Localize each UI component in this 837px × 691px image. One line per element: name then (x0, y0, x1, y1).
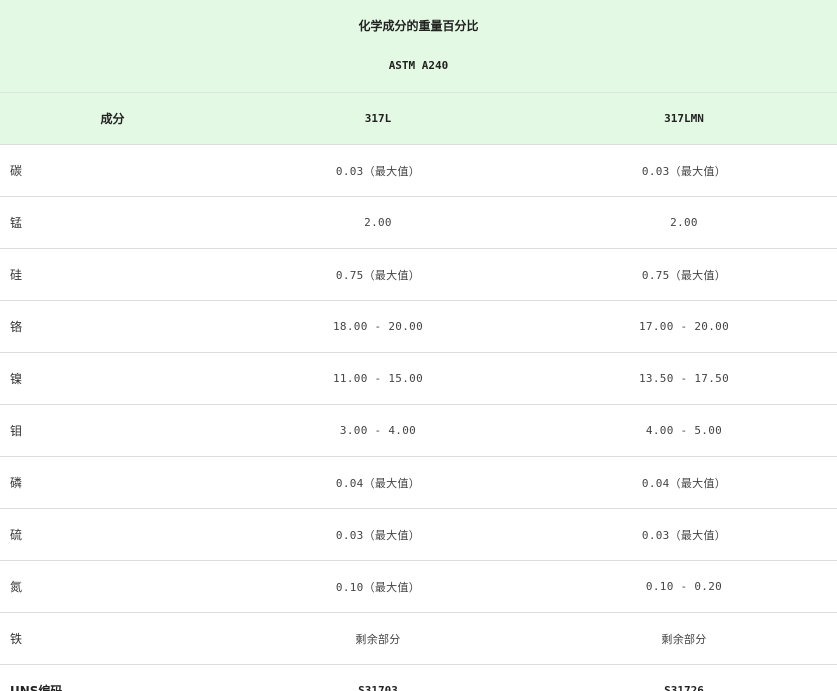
table-row: 铬 18.00 - 20.00 17.00 - 20.00 (0, 300, 837, 353)
row-value-317lmn: 0.03（最大值） (531, 144, 837, 197)
header-317l: 317L (225, 92, 531, 145)
row-element-name: 硅 (0, 248, 225, 301)
row-element-name: 硫 (0, 508, 225, 561)
row-value-317lmn: 0.10 - 0.20 (531, 560, 837, 613)
row-element-name: 磷 (0, 456, 225, 509)
row-value-317lmn: 0.03（最大值） (531, 508, 837, 561)
table-row: 硫 0.03（最大值） 0.03（最大值） (0, 508, 837, 561)
row-element-name: 碳 (0, 144, 225, 197)
row-value-317lmn: 4.00 - 5.00 (531, 404, 837, 457)
table-row: 镍 11.00 - 15.00 13.50 - 17.50 (0, 352, 837, 405)
row-value-317lmn: 0.04（最大值） (531, 456, 837, 509)
row-value-317l: 0.10（最大值） (225, 560, 531, 613)
row-value-317lmn: 2.00 (531, 196, 837, 249)
row-value-317l: 剩余部分 (225, 612, 531, 665)
row-value-317l: 0.03（最大值） (225, 508, 531, 561)
row-value-317l: 0.04（最大值） (225, 456, 531, 509)
title-row: 化学成分的重量百分比 ASTM A240 (0, 0, 837, 93)
row-value-317lmn: 13.50 - 17.50 (531, 352, 837, 405)
header-row: 成分 317L 317LMN (0, 92, 837, 145)
row-element-name: 铁 (0, 612, 225, 665)
header-component: 成分 (0, 92, 225, 145)
composition-table: 化学成分的重量百分比 ASTM A240 成分 317L 317LMN 碳 0.… (0, 0, 837, 691)
table-subtitle: ASTM A240 (388, 59, 449, 72)
table-row: 钼 3.00 - 4.00 4.00 - 5.00 (0, 404, 837, 457)
table-row: 磷 0.04（最大值） 0.04（最大值） (0, 456, 837, 509)
row-element-name: 氮 (0, 560, 225, 613)
table-title: 化学成分的重量百分比 (358, 19, 479, 33)
uns-row: UNS编码 S31703 S31726 (0, 665, 837, 691)
row-value-317l: 18.00 - 20.00 (225, 300, 531, 353)
table-row: 碳 0.03（最大值） 0.03（最大值） (0, 144, 837, 197)
row-value-317l: 3.00 - 4.00 (225, 404, 531, 457)
table-row: 锰 2.00 2.00 (0, 196, 837, 249)
row-value-317l: 0.75（最大值） (225, 248, 531, 301)
row-value-317l: 2.00 (225, 196, 531, 249)
row-element-name: 锰 (0, 196, 225, 249)
row-value-317l: 0.03（最大值） (225, 144, 531, 197)
row-element-name: 镍 (0, 352, 225, 405)
composition-table-container: 化学成分的重量百分比 ASTM A240 成分 317L 317LMN 碳 0.… (0, 0, 837, 691)
row-value-317lmn: 剩余部分 (531, 612, 837, 665)
table-row: 氮 0.10（最大值） 0.10 - 0.20 (0, 560, 837, 613)
row-element-name: 钼 (0, 404, 225, 457)
row-value-317l: 11.00 - 15.00 (225, 352, 531, 405)
uns-value-317l: S31703 (358, 684, 398, 691)
table-body: 碳 0.03（最大值） 0.03（最大值） 锰 2.00 2.00 硅 0.75… (0, 144, 837, 691)
table-row: 硅 0.75（最大值） 0.75（最大值） (0, 248, 837, 301)
uns-value-317lmn: S31726 (664, 684, 704, 691)
row-value-317lmn: 17.00 - 20.00 (531, 300, 837, 353)
header-317lmn: 317LMN (531, 92, 837, 145)
row-element-name: 铬 (0, 300, 225, 353)
uns-label: UNS编码 (10, 684, 63, 691)
table-title-cell: 化学成分的重量百分比 ASTM A240 (0, 0, 837, 93)
row-value-317lmn: 0.75（最大值） (531, 248, 837, 301)
table-row: 铁 剩余部分 剩余部分 (0, 612, 837, 665)
